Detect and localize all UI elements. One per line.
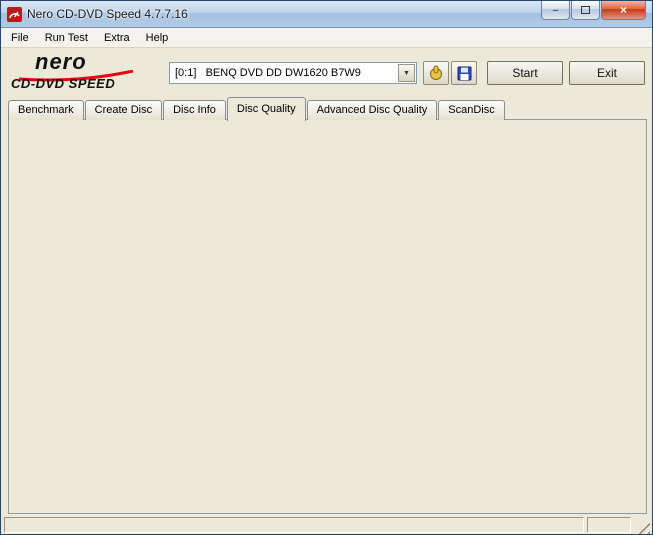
- drive-selector-value: [0:1] BENQ DVD DD DW1620 B7W9: [175, 67, 361, 79]
- tab-disc-info[interactable]: Disc Info: [163, 100, 226, 120]
- maximize-icon: [581, 6, 590, 14]
- tab-advanced-disc-quality[interactable]: Advanced Disc Quality: [306, 100, 438, 120]
- save-button[interactable]: [451, 61, 477, 85]
- title-bar[interactable]: Nero CD-DVD Speed 4.7.7.16 – ×: [1, 1, 652, 28]
- menu-extra[interactable]: Extra: [96, 30, 138, 46]
- hand-tool-button[interactable]: [423, 61, 449, 85]
- app-icon: [7, 6, 22, 22]
- maximize-button[interactable]: [571, 1, 600, 20]
- tab-benchmark[interactable]: Benchmark: [8, 100, 84, 120]
- tab-scandisc[interactable]: ScanDisc: [438, 100, 505, 120]
- menu-bar: File Run Test Extra Help: [1, 28, 652, 48]
- minimize-button[interactable]: –: [541, 1, 570, 20]
- nero-logo: nero CD-DVD SPEED: [11, 49, 161, 95]
- app-window: Nero CD-DVD Speed 4.7.7.16 – × File Run …: [0, 0, 653, 535]
- tab-disc-quality[interactable]: Disc Quality: [226, 97, 306, 121]
- status-message-cell: [4, 517, 584, 533]
- menu-file[interactable]: File: [3, 30, 37, 46]
- drive-selector[interactable]: [0:1] BENQ DVD DD DW1620 B7W9 ▼: [169, 62, 417, 84]
- status-bar: [1, 515, 652, 534]
- close-button[interactable]: ×: [601, 1, 646, 20]
- hand-icon: [430, 65, 442, 80]
- close-icon: ×: [619, 3, 627, 17]
- menu-run-test[interactable]: Run Test: [37, 30, 96, 46]
- nero-logo-subtext: CD-DVD SPEED: [11, 76, 116, 91]
- save-icon: [457, 66, 471, 80]
- tab-strip: Benchmark Create Disc Disc Info Disc Qua…: [8, 96, 506, 121]
- chevron-down-icon[interactable]: ▼: [398, 64, 415, 82]
- exit-button[interactable]: Exit: [569, 61, 645, 85]
- start-button[interactable]: Start: [487, 61, 563, 85]
- resize-grip[interactable]: [637, 521, 650, 534]
- toolbar: nero CD-DVD SPEED [0:1] BENQ DVD DD DW16…: [1, 48, 652, 96]
- menu-help[interactable]: Help: [138, 30, 177, 46]
- window-title: Nero CD-DVD Speed 4.7.7.16: [27, 7, 188, 21]
- disc-quality-page: [8, 119, 647, 514]
- minimize-icon: –: [552, 4, 559, 16]
- tab-create-disc[interactable]: Create Disc: [84, 100, 163, 120]
- status-aux-cell: [587, 517, 631, 533]
